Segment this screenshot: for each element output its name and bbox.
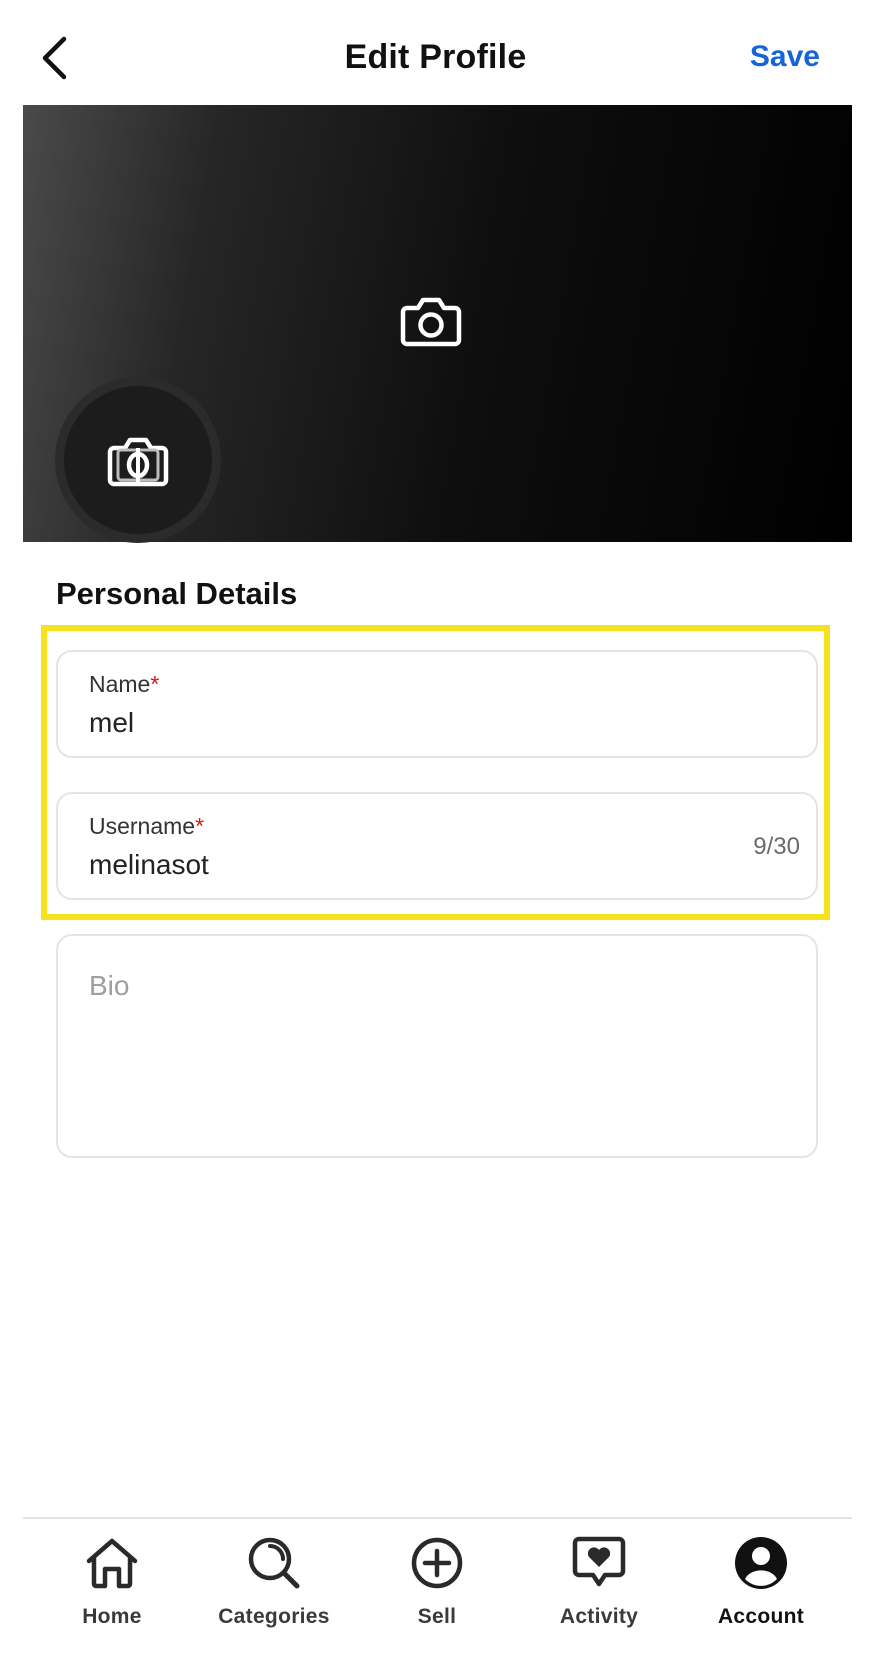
search-icon <box>248 1537 300 1589</box>
name-value: mel <box>89 707 135 738</box>
required-mark: * <box>150 671 160 697</box>
nav-label-categories: Categories <box>218 1605 330 1628</box>
username-label-text: Username <box>89 813 196 839</box>
nav-label-sell: Sell <box>417 1605 457 1628</box>
nav-label-account: Account <box>717 1605 805 1628</box>
plus-circle-icon <box>411 1537 463 1589</box>
name-label-text: Name <box>89 671 151 697</box>
user-icon <box>735 1537 787 1589</box>
required-mark: * <box>195 813 205 839</box>
section-title: Personal Details <box>56 576 298 611</box>
name-label: Name* <box>89 671 159 698</box>
nav-label-activity: Activity <box>559 1605 639 1628</box>
home-icon <box>86 1538 138 1589</box>
username-value: melinasot <box>89 849 209 880</box>
camera-icon <box>107 437 169 487</box>
camera-icon <box>400 297 462 347</box>
avatar-inner <box>64 386 212 534</box>
name-field[interactable]: Name* mel <box>56 650 818 758</box>
header: Edit Profile Save <box>0 0 871 105</box>
username-field[interactable]: Username* melinasot 9/30 <box>56 792 818 900</box>
cover-photo[interactable] <box>23 105 852 543</box>
nav-label-home: Home <box>82 1605 142 1628</box>
nav-item-account[interactable]: Account <box>686 1533 836 1643</box>
bio-placeholder: Bio <box>89 970 130 1001</box>
nav-item-categories[interactable]: Categories <box>199 1533 349 1643</box>
nav-item-sell[interactable]: Sell <box>362 1533 512 1643</box>
avatar[interactable] <box>55 377 221 543</box>
heart-chat-icon <box>572 1536 626 1587</box>
page-title: Edit Profile <box>344 38 527 76</box>
edit-profile-screen: Edit Profile Save Personal Details Name* <box>0 0 871 1670</box>
bio-field[interactable]: Bio <box>56 934 818 1158</box>
username-label: Username* <box>89 813 204 840</box>
nav-item-activity[interactable]: Activity <box>524 1533 674 1643</box>
bottom-nav: Home Categories Sell Activity Account <box>23 1517 852 1670</box>
save-button[interactable]: Save <box>750 40 820 74</box>
nav-item-home[interactable]: Home <box>37 1533 187 1643</box>
character-counter: 9/30 <box>753 833 800 860</box>
